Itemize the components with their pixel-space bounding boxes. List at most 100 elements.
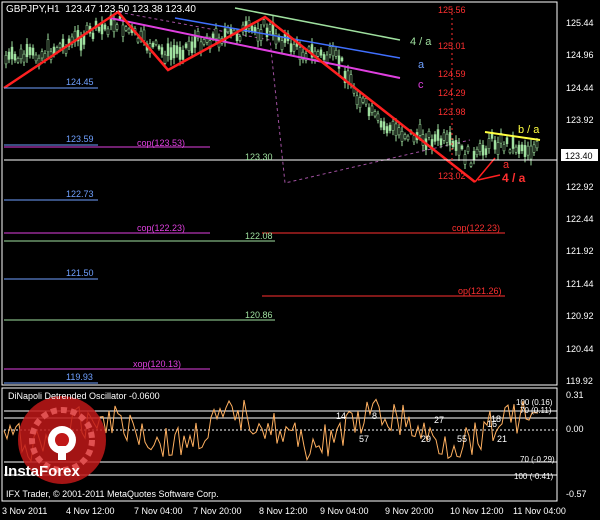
candle-body	[397, 127, 401, 136]
candle-body	[472, 151, 476, 161]
candle-body	[34, 54, 38, 62]
candle-body	[256, 28, 260, 42]
candle-body	[178, 47, 182, 60]
candle-body	[334, 49, 338, 57]
wave-label-a-red: a	[503, 159, 510, 171]
candle-body	[418, 124, 422, 136]
osc-number: 8	[372, 411, 377, 421]
fib-label-12398: 123.98	[438, 107, 466, 117]
osc-scale-label: 100 (-0.41)	[514, 472, 553, 481]
symbol-name: GBPJPY,H1	[6, 4, 60, 15]
level-label-12273: 122.73	[66, 189, 94, 199]
candle-body	[403, 134, 407, 139]
candle-body	[340, 57, 344, 62]
candle-body	[391, 121, 395, 131]
candle-body	[376, 113, 380, 121]
wave-label-4a-red: 4 / a	[502, 171, 526, 185]
wave-label-ba-yellow: b / a	[518, 124, 540, 136]
candle-body	[127, 28, 131, 33]
ohlc-values: 123.47 123.50 123.38 123.40	[65, 4, 196, 15]
candle-body	[328, 46, 332, 55]
candle-body	[361, 97, 365, 103]
candle-body	[316, 51, 320, 57]
time-axis: 3 Nov 2011 4 Nov 12:00 7 Nov 04:00 7 Nov…	[2, 506, 566, 516]
price-tick: 123.92	[566, 115, 594, 125]
candle-body	[484, 148, 488, 155]
candle-body	[184, 43, 188, 48]
candle-body	[157, 45, 161, 50]
candle-body	[211, 33, 215, 39]
chart-window[interactable]: 125.56 125.01 124.59 124.29 123.98 123.0…	[0, 0, 600, 520]
candle-body	[445, 133, 449, 143]
candle-body	[262, 19, 266, 26]
level-label-cop-12223: cop(122.23)	[137, 223, 185, 233]
candle-body	[175, 45, 179, 54]
osc-number: 27	[434, 415, 444, 425]
candle-body	[460, 145, 464, 150]
chart-canvas[interactable]: 125.56 125.01 124.59 124.29 123.98 123.0…	[0, 0, 600, 520]
price-tick: 125.44	[566, 18, 594, 28]
time-tick: 10 Nov 12:00	[450, 506, 504, 516]
candle-body	[106, 28, 110, 35]
level-labels: 125.56 125.01 124.59 124.29 123.98 123.0…	[66, 5, 502, 382]
candle-body	[142, 29, 146, 41]
candle-body	[337, 55, 341, 69]
candle-body	[7, 51, 11, 60]
candle-body	[22, 53, 26, 63]
level-label-cop-12353: cop(123.53)	[137, 138, 185, 148]
candle-body	[103, 24, 107, 30]
level-label-12359: 123.59	[66, 134, 94, 144]
time-tick: 3 Nov 2011	[2, 506, 47, 516]
candle-body	[505, 137, 509, 145]
candle-body	[214, 28, 218, 40]
candle-body	[79, 37, 83, 51]
candle-body	[442, 132, 446, 141]
candle-body	[265, 27, 269, 38]
candle-body	[511, 137, 515, 149]
candle-body	[292, 44, 296, 52]
price-tick: 121.92	[566, 246, 594, 256]
time-tick: 8 Nov 12:00	[259, 506, 308, 516]
candle-body	[160, 47, 164, 55]
osc-number: 57	[359, 434, 369, 444]
candle-body	[124, 26, 128, 31]
level-label-op-12126: op(121.26)	[458, 286, 502, 296]
candle-body	[517, 144, 521, 154]
candle-body	[46, 39, 50, 53]
osc-scale-label: 0.31	[566, 390, 584, 400]
candle-body	[448, 132, 452, 146]
candle-body	[319, 49, 323, 56]
candle-body	[97, 26, 101, 32]
fib-label-12501: 125.01	[438, 41, 466, 51]
fib-label-12556: 125.56	[438, 5, 466, 15]
candle-body	[331, 46, 335, 57]
time-tick: 11 Nov 04:00	[513, 506, 566, 516]
candle-body	[136, 37, 140, 43]
time-tick: 9 Nov 04:00	[320, 506, 369, 516]
candle-body	[280, 40, 284, 50]
candle-body	[193, 35, 197, 48]
candle-body	[535, 141, 539, 149]
osc-scale-label: 70 (-0.29)	[520, 455, 555, 464]
osc-number: 29	[421, 434, 431, 444]
price-tick: 120.44	[566, 344, 594, 354]
candle-body	[181, 49, 185, 60]
candle-body	[115, 24, 119, 30]
candle-body	[514, 146, 518, 153]
osc-number: 14	[336, 411, 346, 421]
wave-label-4a-green: 4 / a	[410, 36, 432, 48]
candle-body	[259, 29, 263, 41]
candle-body	[469, 162, 473, 167]
candle-body	[187, 40, 191, 51]
candle-body	[31, 47, 35, 56]
wave-arrow-4a	[477, 174, 501, 181]
candle-body	[502, 144, 506, 152]
candle-body	[202, 39, 206, 45]
candle-body	[349, 74, 353, 85]
candle-body	[367, 107, 371, 117]
candle-body	[235, 32, 239, 42]
osc-scale-label: 0.00	[566, 424, 584, 434]
candle-body	[268, 24, 272, 32]
level-label-12150: 121.50	[66, 268, 94, 278]
level-label-red-cop-12223: cop(122.23)	[452, 223, 500, 233]
